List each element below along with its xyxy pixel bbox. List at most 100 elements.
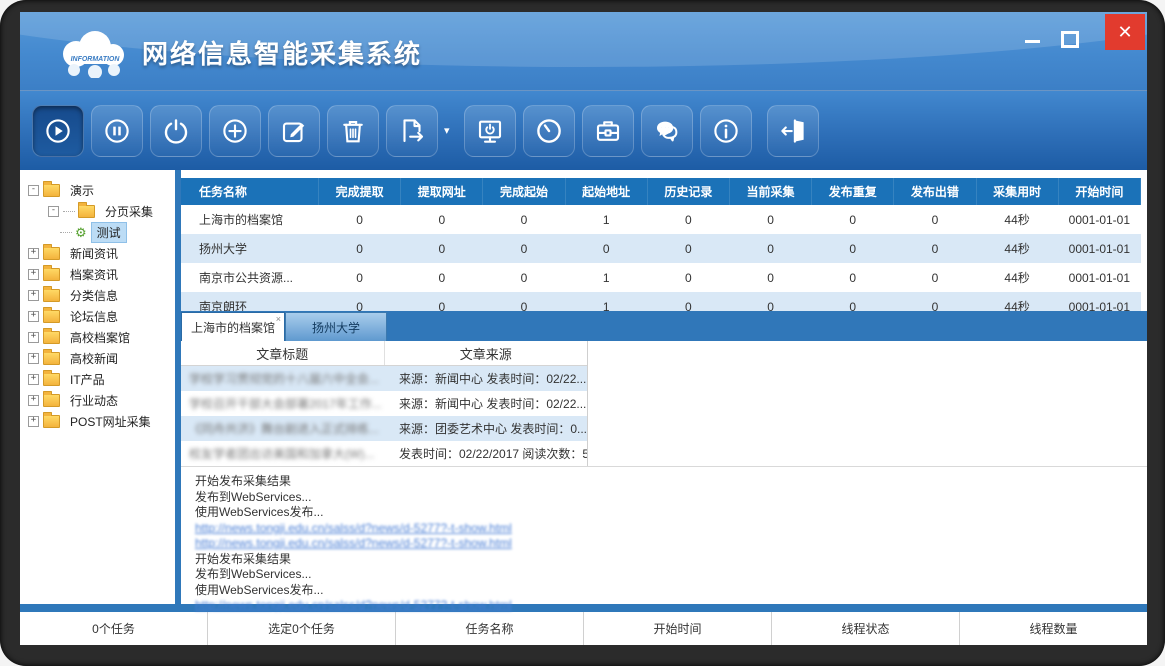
tab-strip: 上海市的档案馆 × 扬州大学 (181, 311, 1147, 341)
pause-button[interactable] (91, 105, 143, 157)
col-header[interactable]: 提取网址 (401, 178, 483, 205)
sidebar-item-post-url-collect[interactable]: + POST网址采集 (20, 411, 175, 432)
article-source: 发表时间：02/22/2017 阅读次数：5 (393, 441, 587, 466)
task-row[interactable]: 南京市公共资源...0001000044秒0001-01-01 (181, 263, 1141, 292)
article-table-header: 文章标题 文章来源 (181, 341, 587, 366)
col-header[interactable]: 起始地址 (565, 178, 647, 205)
cell: 44秒 (976, 263, 1058, 292)
sidebar-item-test[interactable]: ⚙ 测试 (20, 222, 175, 243)
edit-button[interactable] (268, 105, 320, 157)
message-button[interactable] (641, 105, 693, 157)
col-header[interactable]: 完成起始 (483, 178, 565, 205)
col-header[interactable]: 开始时间 (1058, 178, 1140, 205)
article-table: 文章标题 文章来源 学校学习贯彻党的十八届六中全会... 来源：新闻中心 发表时… (181, 341, 588, 466)
tab-yangzhou-university[interactable]: 扬州大学 (285, 312, 387, 341)
sidebar-item-it-products[interactable]: + IT产品 (20, 369, 175, 390)
sidebar-item-archives[interactable]: + 档案资讯 (20, 264, 175, 285)
cell: 0 (647, 234, 729, 263)
schedule-button[interactable] (523, 105, 575, 157)
article-row[interactable]: 《同舟共济》舞台剧进入正式排练... 来源：团委艺术中心 发表时间：0... (181, 416, 587, 441)
log-line: 开始发布采集结果 (195, 552, 512, 568)
tab-close-icon[interactable]: × (276, 314, 281, 324)
col-header[interactable]: 发布重复 (812, 178, 894, 205)
expand-icon[interactable]: + (28, 416, 39, 427)
close-icon: ✕ (1117, 22, 1132, 42)
log-link[interactable]: http://news.tongji.edu.cn/salss/d?news/d… (195, 536, 512, 552)
cell: 0 (319, 234, 401, 263)
collapse-icon[interactable]: - (48, 206, 59, 217)
expand-icon[interactable]: + (28, 395, 39, 406)
tab-shanghai-archives[interactable]: 上海市的档案馆 × (181, 312, 285, 341)
window-frame: INFORMATION 网络信息智能采集系统 ✕ ▾ (0, 0, 1165, 666)
expand-icon[interactable]: + (28, 290, 39, 301)
delete-button[interactable] (327, 105, 379, 157)
sidebar-item-industry-trends[interactable]: + 行业动态 (20, 390, 175, 411)
cell: 0 (401, 263, 483, 292)
col-header[interactable]: 当前采集 (729, 178, 811, 205)
expand-icon[interactable]: + (28, 374, 39, 385)
col-header[interactable]: 完成提取 (319, 178, 401, 205)
folder-icon (78, 205, 95, 218)
toolbox-button[interactable] (582, 105, 634, 157)
start-button[interactable] (32, 105, 84, 157)
col-header[interactable]: 采集用时 (976, 178, 1058, 205)
export-dropdown-caret[interactable]: ▾ (444, 124, 450, 137)
info-icon (711, 116, 741, 146)
collapse-icon[interactable]: - (28, 185, 39, 196)
exit-button[interactable] (767, 105, 819, 157)
sidebar-item-forum[interactable]: + 论坛信息 (20, 306, 175, 327)
tree-label: 高校档案馆 (65, 328, 135, 347)
sidebar-item-paging-collect[interactable]: - 分页采集 (20, 201, 175, 222)
export-button[interactable] (386, 105, 438, 157)
tree-label: 分页采集 (100, 202, 158, 221)
log-link[interactable]: http://news.tongji.edu.cn/salss/d?news/d… (195, 521, 512, 537)
expand-icon[interactable]: + (28, 248, 39, 259)
task-row[interactable]: 上海市的档案馆0001000044秒0001-01-01 (181, 205, 1141, 234)
maximize-button[interactable] (1055, 28, 1085, 50)
folder-icon (43, 394, 60, 407)
status-bar: 0个任务 选定0个任务 任务名称 开始时间 线程状态 线程数量 (20, 612, 1147, 645)
monitor-button[interactable] (464, 105, 516, 157)
article-row[interactable]: 学校召开干部大会部署2017年工作... 来源：新闻中心 发表时间：02/22.… (181, 391, 587, 416)
cell: 0 (319, 263, 401, 292)
expand-icon[interactable]: + (28, 311, 39, 322)
col-header[interactable]: 发布出错 (894, 178, 976, 205)
power-icon (161, 116, 191, 146)
expand-icon[interactable]: + (28, 353, 39, 364)
col-header[interactable]: 任务名称 (181, 178, 319, 205)
sidebar-item-news[interactable]: + 新闻资讯 (20, 243, 175, 264)
cell: 0 (894, 205, 976, 234)
tree-label: 论坛信息 (65, 307, 123, 326)
article-title: 校友学者团出访美国和加拿大(W)... (181, 441, 393, 466)
expand-icon[interactable]: + (28, 269, 39, 280)
col-header[interactable]: 历史记录 (647, 178, 729, 205)
add-button[interactable] (209, 105, 261, 157)
sidebar-item-university-news[interactable]: + 高校新闻 (20, 348, 175, 369)
sidebar-item-demo[interactable]: - 演示 (20, 180, 175, 201)
edit-icon (279, 116, 309, 146)
info-button[interactable] (700, 105, 752, 157)
sidebar-tree: - 演示 - 分页采集 ⚙ 测试 + 新闻资讯 + (20, 170, 181, 604)
task-row[interactable]: 扬州大学0000000044秒0001-01-01 (181, 234, 1141, 263)
tree-connector (60, 232, 72, 233)
logo-text: INFORMATION (71, 56, 121, 63)
cell: 0 (894, 263, 976, 292)
status-task-count: 0个任务 (20, 612, 208, 645)
pause-icon (102, 116, 132, 146)
cell: 0 (812, 263, 894, 292)
cell: 1 (565, 205, 647, 234)
tab-label: 上海市的档案馆 (191, 319, 275, 336)
stop-button[interactable] (150, 105, 202, 157)
sidebar-item-classified[interactable]: + 分类信息 (20, 285, 175, 306)
expand-icon[interactable]: + (28, 332, 39, 343)
task-table: 任务名称 完成提取 提取网址 完成起始 起始地址 历史记录 当前采集 发布重复 … (181, 178, 1141, 321)
article-row[interactable]: 学校学习贯彻党的十八届六中全会... 来源：新闻中心 发表时间：02/22... (181, 366, 587, 391)
cell: 0 (729, 234, 811, 263)
cell: 0 (729, 205, 811, 234)
minimize-button[interactable] (1017, 30, 1047, 52)
sidebar-item-university-archives[interactable]: + 高校档案馆 (20, 327, 175, 348)
log-link[interactable]: http://news.tongji.edu.cn/salss/d?news/d… (195, 598, 512, 614)
close-button[interactable]: ✕ (1105, 14, 1145, 50)
folder-icon (43, 373, 60, 386)
article-row[interactable]: 校友学者团出访美国和加拿大(W)... 发表时间：02/22/2017 阅读次数… (181, 441, 587, 466)
